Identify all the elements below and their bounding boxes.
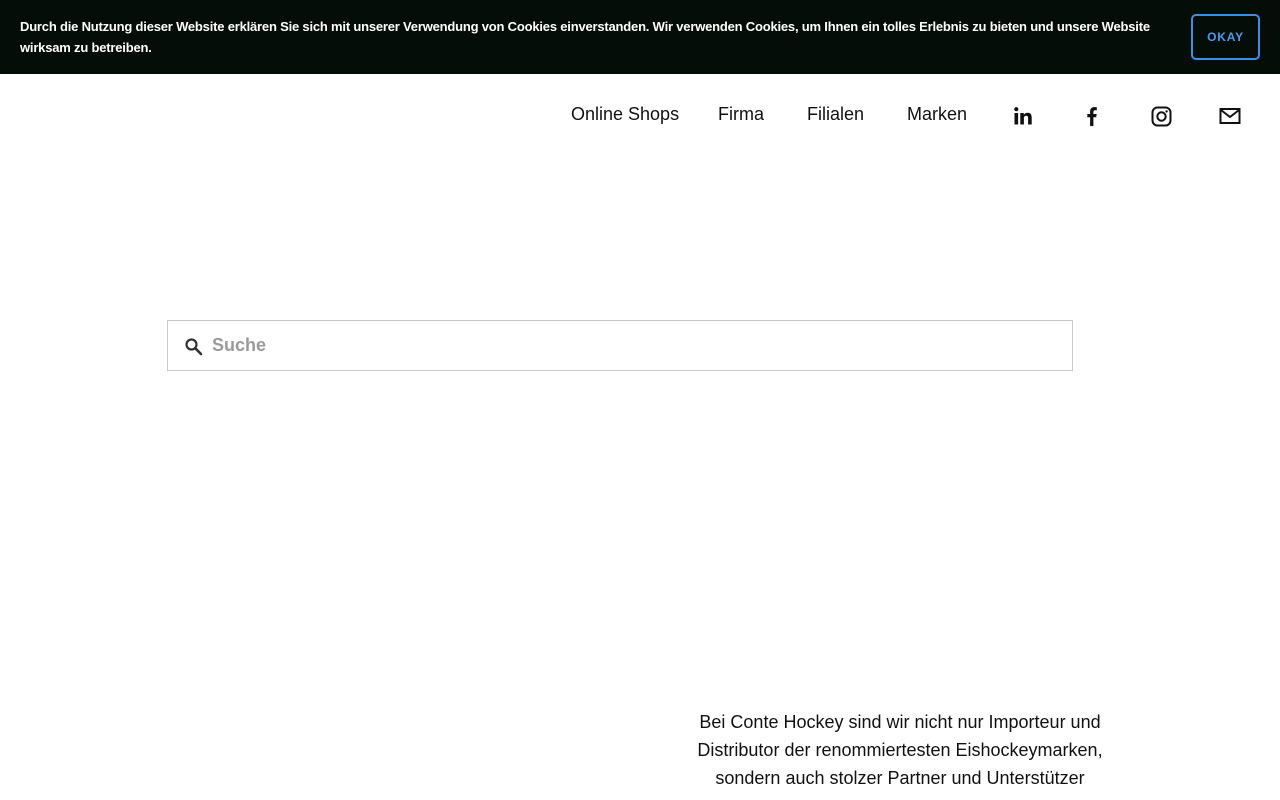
mail-icon[interactable]: [1218, 104, 1242, 128]
search-input[interactable]: [212, 321, 1062, 370]
linkedin-icon[interactable]: [1011, 104, 1035, 128]
nav-link-online-shops[interactable]: Online Shops: [571, 104, 679, 125]
instagram-icon[interactable]: [1149, 104, 1173, 128]
facebook-icon[interactable]: [1080, 104, 1104, 128]
main-navigation: Online Shops Firma Filialen Marken: [0, 100, 1280, 134]
intro-paragraph: Bei Conte Hockey sind wir nicht nur Impo…: [697, 712, 1103, 788]
search-box: [167, 320, 1073, 371]
cookie-banner-text: Durch die Nutzung dieser Website erkläre…: [20, 19, 1150, 55]
cookie-banner: Durch die Nutzung dieser Website erkläre…: [0, 0, 1280, 74]
nav-link-marken[interactable]: Marken: [907, 104, 967, 125]
nav-link-filialen[interactable]: Filialen: [807, 104, 864, 125]
cookie-okay-button[interactable]: OKAY: [1191, 14, 1260, 60]
nav-link-firma[interactable]: Firma: [718, 104, 764, 125]
page: Durch die Nutzung dieser Website erkläre…: [0, 0, 1280, 800]
search-icon: [184, 337, 204, 357]
